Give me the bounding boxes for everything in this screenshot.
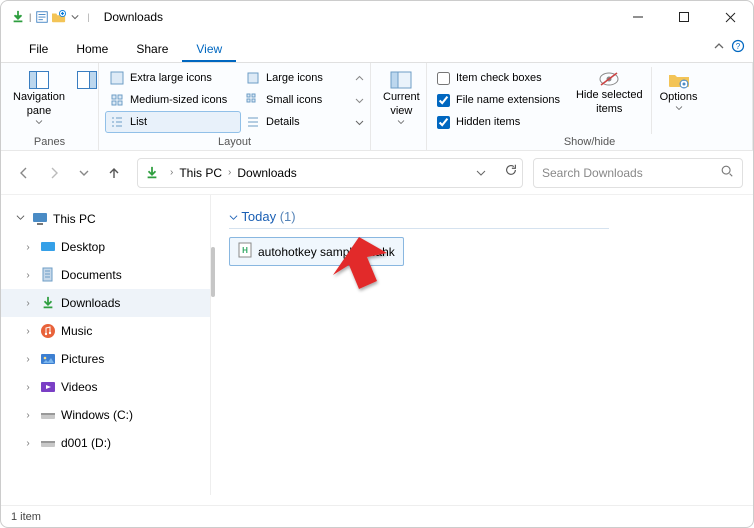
tree-item-d001-d[interactable]: › d001 (D:)	[1, 429, 210, 457]
chevron-right-icon[interactable]: ›	[224, 167, 235, 178]
breadcrumb-this-pc[interactable]: This PC	[177, 166, 224, 180]
chevron-right-icon[interactable]: ›	[21, 354, 35, 365]
window-title: Downloads	[104, 10, 163, 24]
tab-view[interactable]: View	[182, 36, 236, 62]
videos-icon	[39, 378, 57, 396]
close-button[interactable]	[707, 1, 753, 33]
navigation-pane-button[interactable]: Navigation pane	[7, 67, 71, 134]
group-label-layout: Layout	[105, 134, 364, 148]
tree-item-music[interactable]: › Music	[1, 317, 210, 345]
file-list-area[interactable]: Today (1) H autohotkey sample01.ahk	[211, 195, 753, 495]
layout-list[interactable]: List	[105, 111, 241, 133]
ribbon-tabs: File Home Share View ?	[1, 33, 753, 63]
desktop-icon	[39, 238, 57, 256]
breadcrumb-downloads[interactable]: Downloads	[235, 166, 298, 180]
pictures-icon	[39, 350, 57, 368]
status-bar: 1 item	[1, 505, 753, 527]
navigation-bar: › This PC › Downloads Search Downloads	[1, 151, 753, 195]
tree-root-this-pc[interactable]: This PC	[1, 205, 210, 233]
current-view-button[interactable]: Current view	[377, 67, 426, 134]
layout-extra-large-icons[interactable]: Extra large icons	[105, 67, 241, 89]
group-label-current-view	[377, 134, 420, 148]
layout-more-icon[interactable]	[355, 113, 364, 131]
chevron-down-icon[interactable]	[69, 13, 81, 21]
chevron-right-icon[interactable]: ›	[21, 410, 35, 421]
drive-icon	[39, 434, 57, 452]
tree-item-downloads[interactable]: › Downloads	[1, 289, 210, 317]
tab-share[interactable]: Share	[122, 36, 182, 62]
tree-item-pictures[interactable]: › Pictures	[1, 345, 210, 373]
minimize-button[interactable]	[615, 1, 661, 33]
download-arrow-icon	[39, 294, 57, 312]
layout-medium-icons[interactable]: Medium-sized icons	[105, 89, 241, 111]
download-arrow-icon	[11, 10, 25, 24]
status-item-count: 1 item	[11, 511, 41, 523]
tree-item-documents[interactable]: › Documents	[1, 261, 210, 289]
ahk-file-icon: H	[238, 242, 252, 261]
group-header-today[interactable]: Today (1)	[229, 209, 609, 229]
tree-item-windows-c[interactable]: › Windows (C:)	[1, 401, 210, 429]
separator: |	[27, 12, 33, 22]
maximize-button[interactable]	[661, 1, 707, 33]
forward-button[interactable]	[41, 160, 67, 186]
chevron-right-icon[interactable]: ›	[21, 242, 35, 253]
layout-details[interactable]: Details	[241, 111, 353, 133]
svg-text:H: H	[242, 246, 248, 255]
svg-text:?: ?	[736, 42, 741, 51]
layout-scroll-down-icon[interactable]	[355, 91, 364, 109]
ribbon-view: Navigation pane Panes Extra large icons …	[1, 63, 753, 151]
chevron-down-icon[interactable]	[13, 213, 27, 225]
layout-small-icons[interactable]: Small icons	[241, 89, 353, 111]
hide-selected-items-button[interactable]: Hide selected items	[570, 67, 649, 134]
file-item[interactable]: H autohotkey sample01.ahk	[229, 237, 404, 266]
download-arrow-icon	[138, 166, 166, 180]
new-folder-icon[interactable]	[51, 10, 67, 24]
tab-file[interactable]: File	[15, 36, 62, 62]
separator: |	[83, 12, 93, 22]
layout-large-icons[interactable]: Large icons	[241, 67, 353, 89]
window-controls	[615, 1, 753, 33]
monitor-icon	[31, 210, 49, 228]
group-label-show-hide: Show/hide	[433, 134, 746, 148]
navigation-tree: This PC › Desktop › Documents › Download…	[1, 195, 211, 495]
address-bar[interactable]: › This PC › Downloads	[137, 158, 523, 188]
check-item-check-boxes[interactable]: Item check boxes	[435, 67, 562, 89]
search-icon	[720, 164, 734, 181]
title-bar: | | Downloads	[1, 1, 753, 33]
check-hidden-items[interactable]: Hidden items	[435, 111, 562, 133]
music-icon	[39, 322, 57, 340]
chevron-right-icon[interactable]: ›	[21, 326, 35, 337]
main-body: This PC › Desktop › Documents › Download…	[1, 195, 753, 495]
ribbon-expand-icon[interactable]	[713, 39, 725, 58]
quick-access-toolbar: | |	[11, 10, 94, 24]
chevron-right-icon[interactable]: ›	[21, 270, 35, 281]
up-button[interactable]	[101, 160, 127, 186]
tree-item-desktop[interactable]: › Desktop	[1, 233, 210, 261]
tree-item-videos[interactable]: › Videos	[1, 373, 210, 401]
chevron-right-icon[interactable]: ›	[21, 298, 35, 309]
chevron-right-icon[interactable]: ›	[21, 382, 35, 393]
options-button[interactable]: Options	[654, 67, 704, 134]
layout-scroll-up-icon[interactable]	[355, 69, 364, 87]
drive-icon	[39, 406, 57, 424]
file-name: autohotkey sample01.ahk	[258, 245, 395, 259]
refresh-button[interactable]	[504, 163, 518, 182]
properties-icon[interactable]	[35, 10, 49, 24]
tab-home[interactable]: Home	[62, 36, 122, 62]
documents-icon	[39, 266, 57, 284]
address-dropdown-icon[interactable]	[476, 164, 486, 182]
help-icon[interactable]: ?	[731, 39, 745, 58]
group-label-panes: Panes	[7, 134, 92, 148]
search-input[interactable]: Search Downloads	[533, 158, 743, 188]
back-button[interactable]	[11, 160, 37, 186]
chevron-right-icon[interactable]: ›	[166, 167, 177, 178]
recent-locations-button[interactable]	[71, 160, 97, 186]
chevron-right-icon[interactable]: ›	[21, 438, 35, 449]
check-file-extensions[interactable]: File name extensions	[435, 89, 562, 111]
